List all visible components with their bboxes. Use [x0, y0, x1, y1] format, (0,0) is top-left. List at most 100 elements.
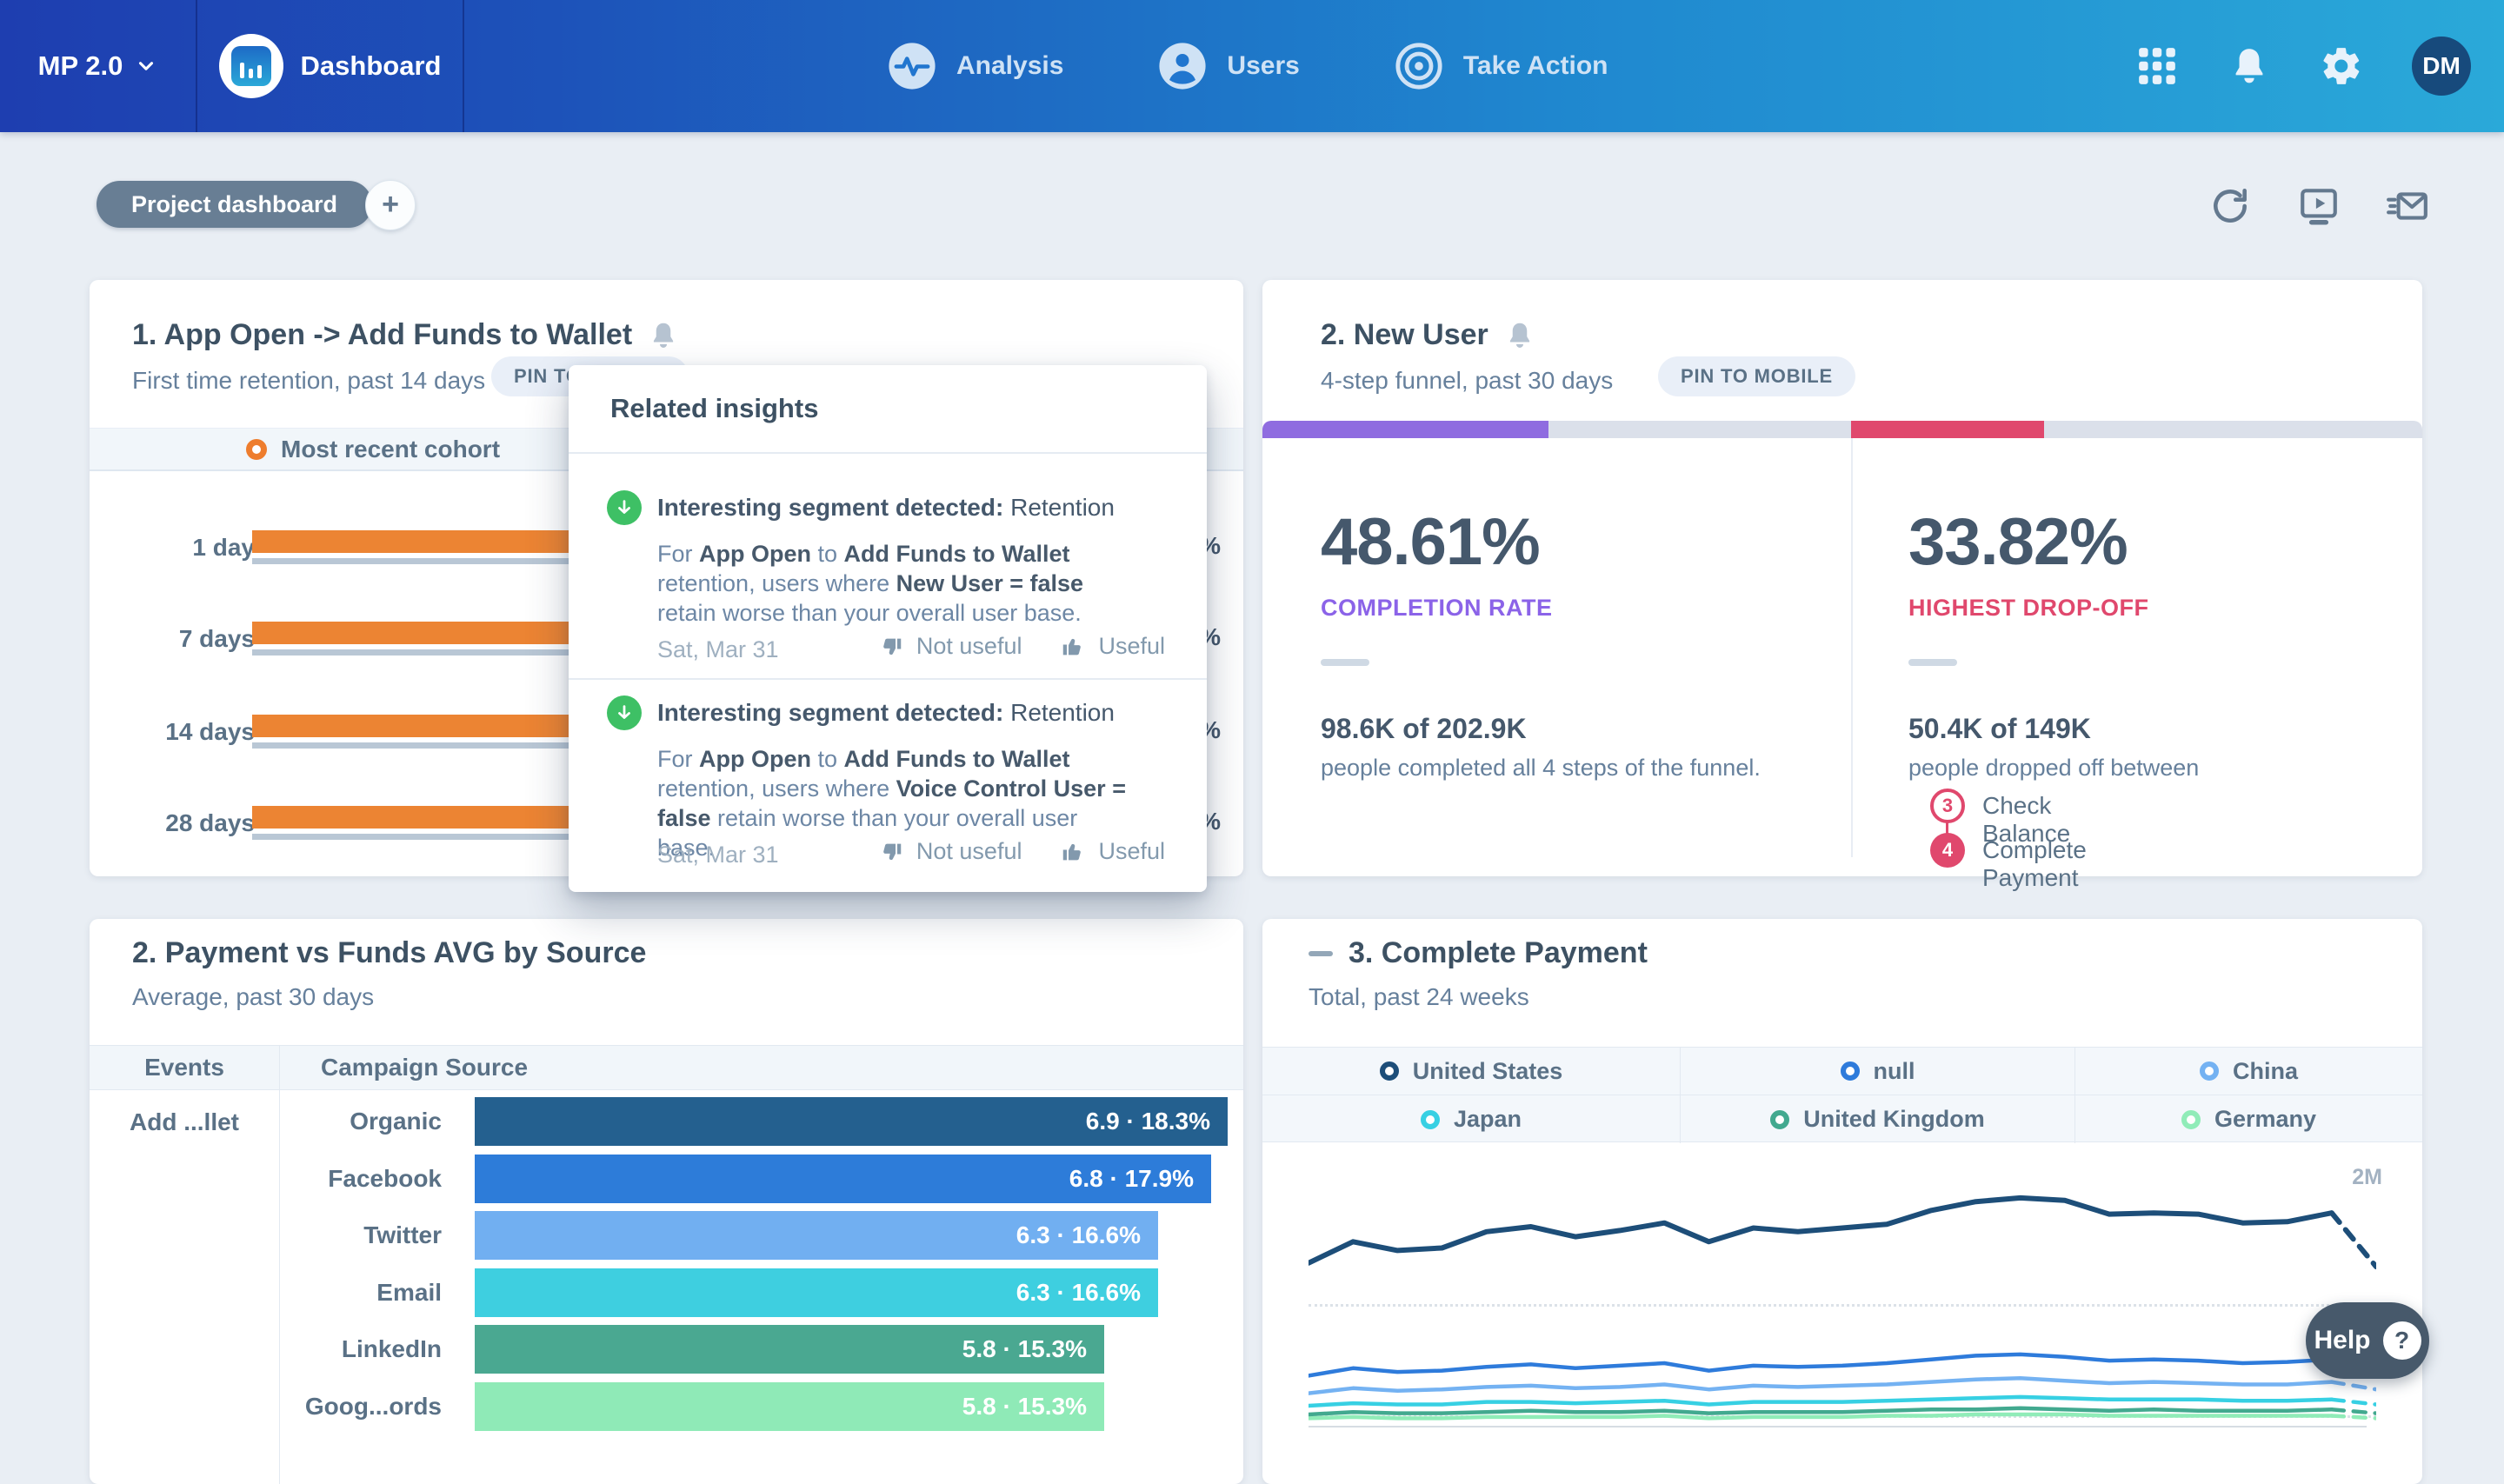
popover-title: Related insights: [610, 393, 818, 424]
nav-item-take-action[interactable]: Take Action: [1394, 41, 1608, 91]
legend-item-germany[interactable]: Germany: [2075, 1095, 2422, 1143]
add-dashboard-button[interactable]: +: [365, 180, 416, 230]
alert-bell-icon[interactable]: [1504, 320, 1535, 351]
completion-rate-label: COMPLETION RATE: [1321, 595, 1553, 622]
retention-row-label: 7 days: [124, 625, 255, 653]
retention-row-label: 28 days: [124, 809, 255, 837]
useful-button[interactable]: Useful: [1060, 838, 1165, 865]
not-useful-label: Not useful: [916, 633, 1022, 660]
source-bar[interactable]: 6.9 · 18.3%: [475, 1097, 1228, 1146]
series-line-dashed-tail: [2332, 1400, 2376, 1405]
nav-item-label: Take Action: [1463, 51, 1608, 81]
retention-card-title: 1. App Open -> Add Funds to Wallet: [132, 318, 632, 352]
nav-item-label: Users: [1227, 51, 1299, 81]
send-email-icon[interactable]: [2386, 184, 2429, 228]
refresh-icon[interactable]: [2208, 184, 2252, 228]
sources-card-title: 2. Payment vs Funds AVG by Source: [132, 936, 646, 970]
legend-item-united-kingdom[interactable]: United Kingdom: [1681, 1095, 2075, 1143]
settings-gear-icon[interactable]: [2320, 44, 2363, 88]
source-bar-value: 6.9 · 18.3%: [1086, 1108, 1228, 1135]
funnel-step-4: 4: [1930, 833, 1965, 868]
source-bar[interactable]: 6.3 · 16.6%: [475, 1211, 1158, 1260]
tab-dashboard[interactable]: Dashboard: [197, 0, 464, 132]
series-line-japan: [1309, 1397, 2332, 1406]
useful-label: Useful: [1098, 838, 1165, 865]
not-useful-button[interactable]: Not useful: [878, 838, 1022, 865]
source-bar[interactable]: 6.8 · 17.9%: [475, 1155, 1211, 1203]
retention-row-label: 1 day: [124, 534, 255, 562]
pin-to-mobile-badge[interactable]: PIN TO MOBILE: [1658, 356, 1855, 396]
dropoff-desc: people dropped off between: [1908, 755, 2199, 782]
legend-item-united-states[interactable]: United States: [1262, 1048, 1681, 1095]
cohort-dot-icon: [246, 439, 267, 460]
series-line-china: [1309, 1378, 2332, 1393]
top-navbar: MP 2.0 Dashboard Analysis Users Take Actio…: [0, 0, 2504, 132]
nav-item-analysis[interactable]: Analysis: [887, 41, 1063, 91]
completion-desc: people completed all 4 steps of the funn…: [1321, 755, 1761, 782]
legend-item-japan[interactable]: Japan: [1262, 1095, 1681, 1143]
plus-icon: +: [382, 190, 399, 219]
dropoff-rate-value: 33.82%: [1908, 504, 2128, 580]
insight-date: Sat, Mar 31: [657, 636, 779, 663]
related-insights-popover: Related insights Interesting segment det…: [569, 365, 1207, 892]
source-bar[interactable]: 5.8 · 15.3%: [475, 1382, 1104, 1431]
card-lines: 3. Complete Payment Total, past 24 weeks…: [1262, 919, 2422, 1484]
completion-rate-value: 48.61%: [1321, 504, 1540, 580]
source-bar[interactable]: 6.3 · 16.6%: [475, 1268, 1158, 1317]
present-screen-icon[interactable]: [2297, 184, 2341, 228]
primary-nav: Analysis Users Take Action: [887, 0, 1608, 132]
popover-divider: [569, 678, 1207, 680]
events-column-header: Events: [90, 1054, 279, 1081]
retention-card-subtitle: First time retention, past 14 days: [132, 367, 485, 395]
series-dot-icon: [1841, 1061, 1860, 1081]
dashboard-selector-pill[interactable]: Project dashboard: [97, 181, 372, 228]
notifications-bell-icon[interactable]: [2228, 44, 2271, 88]
insight-down-arrow-icon: [607, 490, 642, 525]
source-label: Email: [285, 1279, 442, 1307]
source-bar-value: 5.8 · 15.3%: [962, 1335, 1104, 1363]
series-line-dashed-tail: [2332, 1213, 2376, 1267]
legend-label: Japan: [1454, 1106, 1522, 1133]
dropoff-progress-fill: [1851, 421, 2044, 438]
brand-tab-label: Dashboard: [301, 50, 442, 82]
retention-row-label: 14 days: [124, 718, 255, 746]
table-column-divider: [279, 1045, 280, 1484]
useful-label: Useful: [1098, 633, 1165, 660]
insight-body: For App Open to Add Funds to Wallet rete…: [657, 539, 1140, 628]
card-sources: 2. Payment vs Funds AVG by Source Averag…: [90, 919, 1243, 1484]
not-useful-label: Not useful: [916, 838, 1022, 865]
source-bar[interactable]: 5.8 · 15.3%: [475, 1325, 1104, 1374]
nav-item-users[interactable]: Users: [1157, 41, 1299, 91]
alert-bell-icon[interactable]: [648, 320, 679, 351]
series-dot-icon: [2181, 1110, 2201, 1129]
series-line-dashed-tail: [2332, 1416, 2376, 1419]
not-useful-button[interactable]: Not useful: [878, 633, 1022, 660]
source-bar-value: 6.3 · 16.6%: [1016, 1279, 1158, 1307]
help-label: Help: [2314, 1326, 2370, 1355]
line-chart[interactable]: [1309, 1156, 2376, 1427]
user-avatar[interactable]: DM: [2412, 37, 2471, 96]
chevron-down-icon: [135, 55, 157, 77]
lines-legend: United StatesnullChina Japan United Kingdo…: [1262, 1047, 2422, 1142]
workspace-switcher[interactable]: MP 2.0: [0, 0, 197, 132]
series-line-null: [1309, 1354, 2332, 1376]
legend-item-null[interactable]: null: [1681, 1048, 2075, 1095]
dropoff-rate-label: HIGHEST DROP-OFF: [1908, 595, 2149, 622]
event-cell: Add ...llet: [90, 1108, 279, 1136]
sources-card-subtitle: Average, past 30 days: [132, 983, 374, 1011]
series-line-united-kingdom: [1309, 1408, 2332, 1414]
useful-button[interactable]: Useful: [1060, 633, 1165, 660]
legend-item-china[interactable]: China: [2075, 1048, 2422, 1095]
cohort-legend-label: Most recent cohort: [281, 436, 500, 463]
series-dot-icon: [1770, 1110, 1789, 1129]
source-bar-value: 6.8 · 17.9%: [1069, 1165, 1211, 1193]
apps-grid-icon[interactable]: [2135, 44, 2179, 88]
source-bar-value: 6.3 · 16.6%: [1016, 1221, 1158, 1249]
popover-divider: [569, 452, 1207, 454]
dashboard-actions: [2208, 184, 2429, 228]
sources-table-header: Events Campaign Source: [90, 1045, 1243, 1090]
user-icon: [1157, 41, 1208, 91]
series-line-dashed-tail: [2332, 1409, 2376, 1413]
series-line-germany: [1309, 1414, 2332, 1418]
help-button[interactable]: Help ?: [2306, 1302, 2429, 1379]
